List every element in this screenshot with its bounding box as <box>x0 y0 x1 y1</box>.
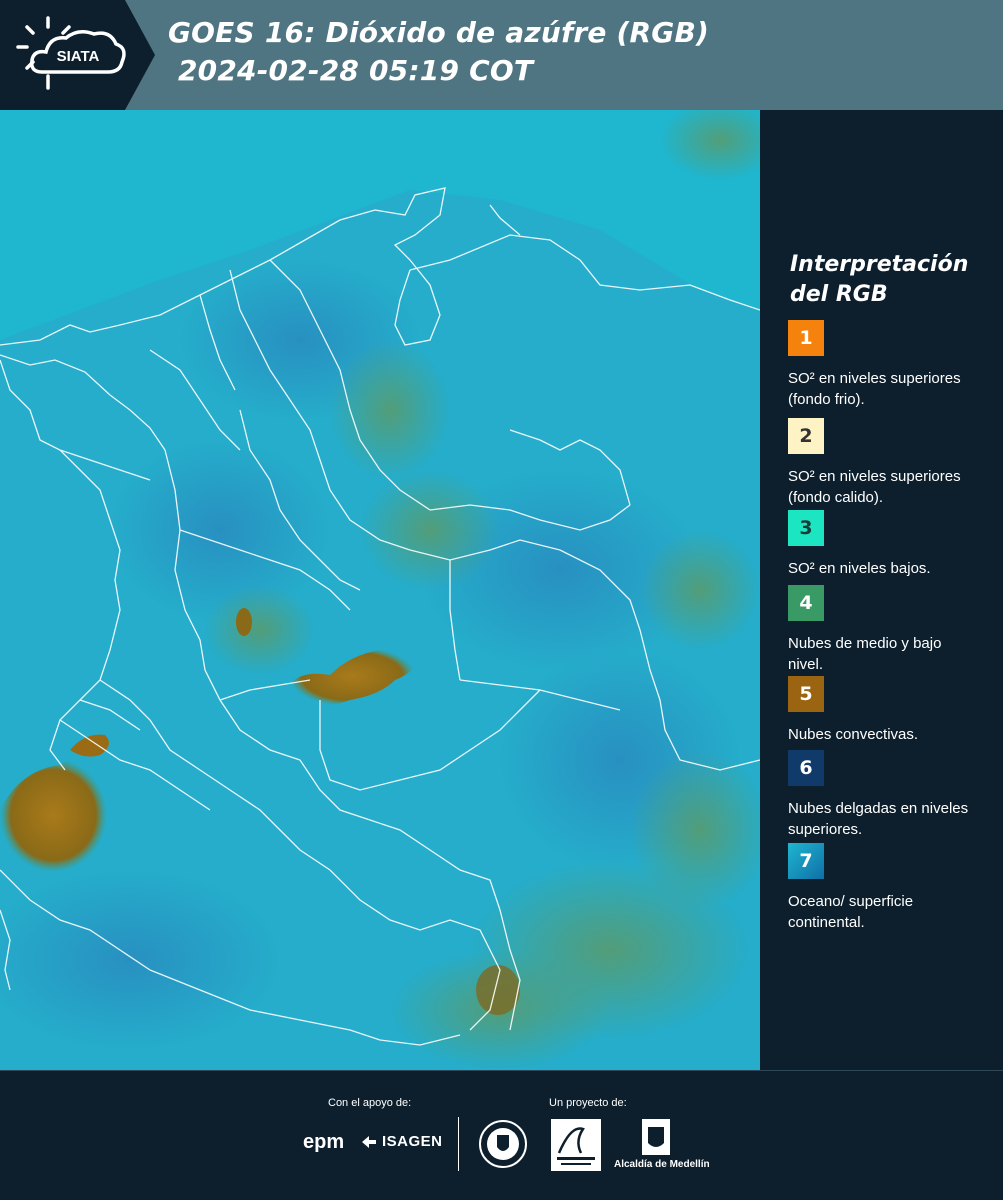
legend-item: 3 SO² en niveles bajos. <box>788 510 988 579</box>
footer-bar: Con el apoyo de: Un proyecto de: epm ISA… <box>0 1070 1003 1200</box>
legend-item: 2 SO² en niveles superiores (fondo calid… <box>788 418 988 508</box>
epm-logo: epm <box>303 1131 345 1153</box>
legend-swatch: 5 <box>788 676 824 712</box>
alcaldia-logo <box>642 1119 670 1155</box>
legend-label: SO² en niveles superiores (fondo calido)… <box>788 468 961 506</box>
page-timestamp: 2024-02-28 05:19 COT <box>178 54 534 87</box>
area-metropolitana-logo <box>551 1119 601 1171</box>
legend-swatch: 4 <box>788 585 824 621</box>
svg-text:SIATA: SIATA <box>57 48 100 65</box>
legend-label: SO² en niveles superiores (fondo frio). <box>788 370 961 408</box>
legend-swatch: 6 <box>788 750 824 786</box>
project-label: Un proyecto de: <box>549 1097 627 1109</box>
legend-label: Oceano/ superficie continental. <box>788 893 914 931</box>
legend-swatch: 7 <box>788 843 824 879</box>
legend-item: 6 Nubes delgadas en niveles superiores. <box>788 750 988 840</box>
legend-item: 7 Oceano/ superficie continental. <box>788 843 988 933</box>
header-bar: SIATA GOES 16: Dióxido de azúfre (RGB) 2… <box>0 0 1003 110</box>
satellite-map <box>0 110 760 1070</box>
support-label: Con el apoyo de: <box>328 1097 412 1109</box>
footer-divider <box>458 1117 459 1171</box>
legend-swatch: 1 <box>788 320 824 356</box>
legend-item: 4 Nubes de medio y bajo nivel. <box>788 585 988 675</box>
legend-item: 5 Nubes convectivas. <box>788 676 988 745</box>
legend-item: 1 SO² en niveles superiores (fondo frio)… <box>788 320 988 410</box>
legend-panel: Interpretación del RGB 1 SO² en niveles … <box>760 110 1003 1070</box>
legend-label: Nubes de medio y bajo nivel. <box>788 635 942 673</box>
isagen-logo: ISAGEN <box>360 1133 443 1150</box>
legend-label: Nubes delgadas en niveles superiores. <box>788 800 969 838</box>
alcaldia-label: Alcaldía de Medellín <box>614 1159 710 1170</box>
medellin-seal-icon <box>479 1120 527 1168</box>
legend-swatch: 2 <box>788 418 824 454</box>
legend-swatch: 3 <box>788 510 824 546</box>
legend-label: Nubes convectivas. <box>788 726 919 743</box>
legend-label: SO² en niveles bajos. <box>788 560 931 577</box>
isagen-icon <box>362 1135 376 1148</box>
page-title: GOES 16: Dióxido de azúfre (RGB) <box>168 16 710 49</box>
legend-title: Interpretación del RGB <box>790 252 969 307</box>
siata-logo: SIATA <box>0 0 155 110</box>
